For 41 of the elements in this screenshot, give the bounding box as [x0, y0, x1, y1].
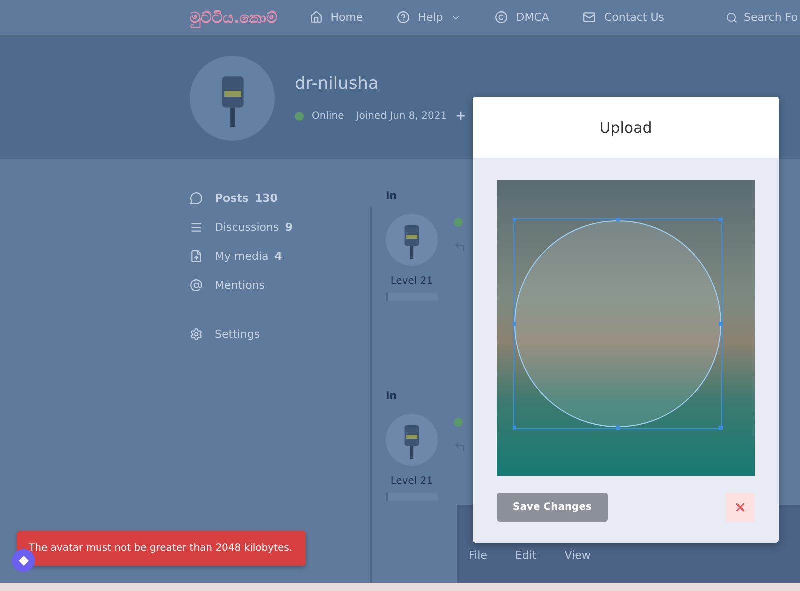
search-input[interactable]: Search Fo — [744, 11, 800, 24]
search-icon — [726, 12, 738, 24]
joined-date: Joined Jun 8, 2021 — [356, 110, 448, 122]
nav-link[interactable]: Contact Us — [583, 11, 665, 24]
save-changes-button[interactable]: Save Changes — [497, 493, 608, 522]
nav-link[interactable]: Home — [310, 11, 364, 24]
media-icon — [190, 250, 203, 262]
error-message: The avatar must not be greater than 2048 kilobytes. — [29, 543, 293, 554]
dialog-title: Upload — [473, 97, 779, 158]
home-icon — [310, 11, 323, 24]
menu-item[interactable]: Edit — [515, 549, 537, 583]
site-logo[interactable]: මුට්ටිය.කොම් — [190, 8, 278, 27]
level-bar — [386, 293, 438, 301]
post-context: In — [386, 391, 398, 402]
settings-link[interactable]: Settings — [190, 325, 370, 343]
sidebar-item[interactable]: Posts 130 — [190, 189, 370, 207]
copyright-icon — [495, 11, 508, 24]
help-icon — [397, 11, 410, 24]
username: dr-nilusha — [295, 74, 380, 94]
posts-icon — [190, 192, 203, 204]
status-text: Online — [312, 110, 344, 122]
sidebar-item[interactable]: Discussions 9 — [190, 218, 370, 236]
nav-link[interactable]: DMCA — [495, 11, 550, 24]
menu-item[interactable]: View — [564, 549, 591, 583]
discussions-icon — [190, 220, 203, 234]
sidebar-item[interactable]: My media 4 — [190, 247, 370, 265]
search-field[interactable]: Search Fo — [718, 7, 800, 28]
close-icon — [734, 501, 747, 514]
menu-item[interactable]: File — [469, 549, 488, 583]
sidebar-item[interactable]: Mentions — [190, 276, 370, 294]
crop-selection[interactable] — [513, 218, 723, 430]
plus-icon[interactable] — [455, 110, 468, 122]
user-level: Level 21 — [390, 476, 434, 487]
gear-icon — [190, 328, 203, 340]
post-context: In — [386, 191, 398, 202]
level-bar — [386, 493, 438, 501]
mentions-icon — [190, 278, 203, 292]
nav-link[interactable]: Help — [397, 11, 462, 24]
close-button[interactable] — [726, 493, 755, 522]
mail-icon — [583, 11, 596, 24]
user-level: Level 21 — [390, 276, 434, 287]
